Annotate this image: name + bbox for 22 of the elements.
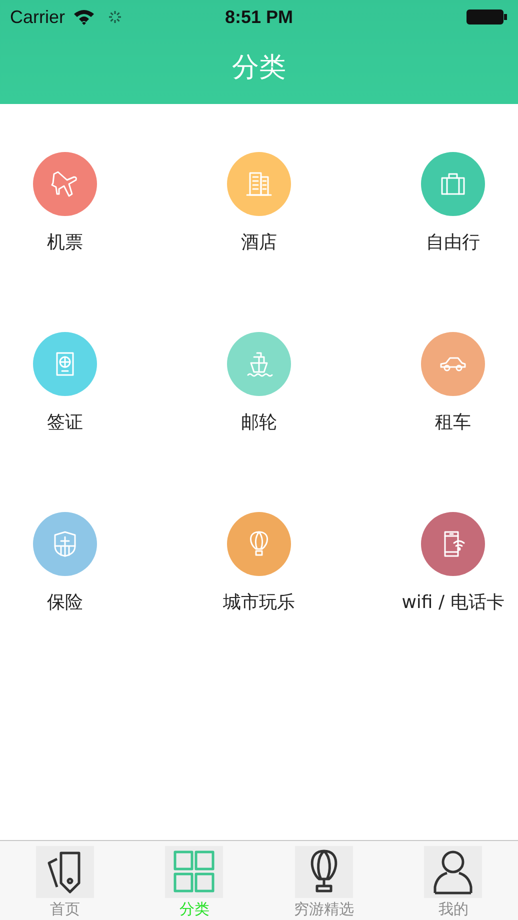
- battery-icon: [466, 9, 508, 25]
- page-title: 分类: [232, 51, 286, 85]
- loading-icon: [107, 9, 124, 25]
- category-label: 邮轮: [241, 411, 277, 434]
- category-label: 城市玩乐: [223, 591, 295, 614]
- category-label: 自由行: [426, 231, 480, 254]
- category-label: wifi / 电话卡: [402, 591, 504, 614]
- category-label: 酒店: [241, 231, 277, 254]
- tab[interactable]: 首页: [0, 841, 130, 920]
- tab[interactable]: 分类: [130, 841, 259, 920]
- category-label: 签证: [47, 411, 83, 434]
- plane-icon: [50, 169, 80, 199]
- wifi-icon: [73, 9, 96, 25]
- grid-icon: [172, 849, 216, 895]
- person-icon: [431, 849, 476, 895]
- clock-time: 8:51 PM: [224, 6, 294, 28]
- tab[interactable]: 穷游精选: [259, 841, 388, 920]
- tab[interactable]: 我的: [388, 841, 518, 920]
- carrier-text: Carrier: [10, 6, 66, 28]
- category-label: 机票: [47, 231, 83, 254]
- category-label: 租车: [435, 411, 471, 434]
- category-label: 保险: [47, 591, 83, 614]
